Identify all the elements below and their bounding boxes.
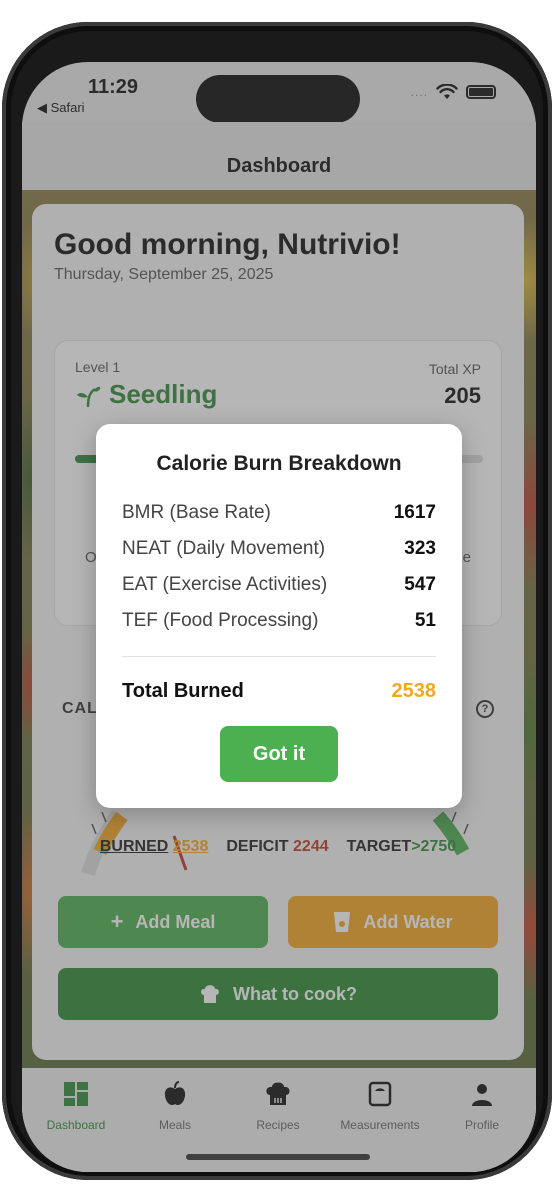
total-burned-row: Total Burned 2538 [122,680,436,703]
got-it-button[interactable]: Got it [220,726,338,782]
dialog-divider [122,656,436,657]
breakdown-row-tef: TEF (Food Processing) 51 [122,610,436,631]
breakdown-row-eat: EAT (Exercise Activities) 547 [122,574,436,595]
screen: 11:29 ◀ Safari .... Dashboard Good morni… [22,62,536,1172]
calorie-breakdown-dialog: Calorie Burn Breakdown BMR (Base Rate) 16… [96,424,462,808]
total-burned-value: 2538 [391,680,437,702]
total-burned-label: Total Burned [122,680,244,702]
dialog-title: Calorie Burn Breakdown [156,452,402,475]
breakdown-row-bmr: BMR (Base Rate) 1617 [122,502,436,523]
breakdown-row-neat: NEAT (Daily Movement) 323 [122,538,436,559]
phone-frame: 11:29 ◀ Safari .... Dashboard Good morni… [2,22,552,1180]
